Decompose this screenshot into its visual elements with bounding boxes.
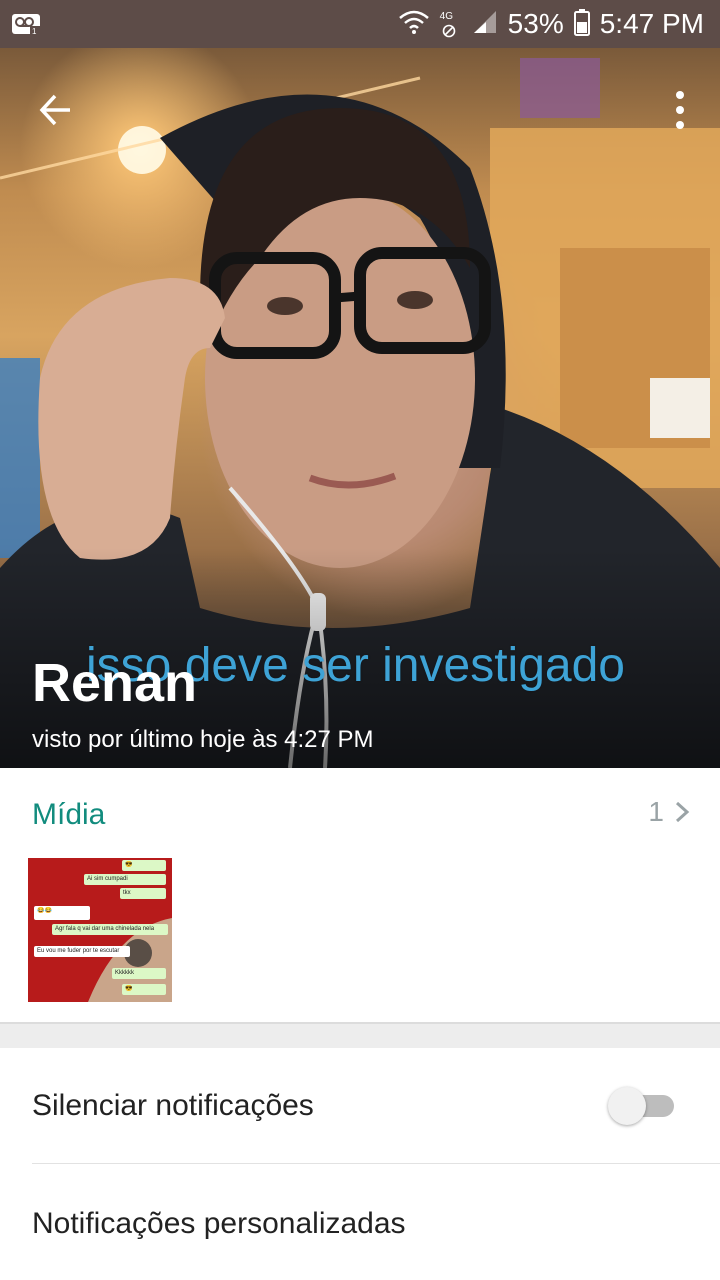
battery-icon	[573, 8, 590, 41]
back-arrow-icon	[39, 94, 70, 126]
toggle-thumb	[608, 1087, 646, 1125]
back-button[interactable]	[30, 84, 82, 136]
thumbnail-message: Eu vou me fuder por te escutar	[34, 946, 130, 957]
wifi-icon	[398, 9, 430, 40]
contact-name: Renan	[32, 653, 198, 713]
voicemail-icon: 1	[12, 12, 42, 36]
thumbnail-message: Kkkkkk	[112, 968, 166, 979]
custom-notifications-row[interactable]: Notificações personalizadas	[0, 1166, 720, 1280]
clock: 5:47 PM	[599, 8, 704, 39]
status-icons: 4G 53% 5:47 PM	[398, 0, 704, 48]
network-type-label: 4G	[439, 11, 454, 22]
thumbnail-message: 😂😂	[34, 906, 90, 920]
media-title: Mídia	[32, 798, 106, 831]
media-thumbnail[interactable]: 😎 Ai sim cumpadi tkx 😂😂 Agr fala q vai d…	[28, 858, 172, 1002]
thumbnail-emoji-bubble: 😎	[122, 984, 166, 995]
thumbnail-message: Agr fala q vai dar uma chinelada nela	[52, 924, 168, 935]
more-vert-icon-dot	[676, 121, 684, 129]
custom-notifications-label: Notificações personalizadas	[32, 1207, 406, 1240]
media-count-link[interactable]: 1	[648, 796, 690, 828]
row-divider	[32, 1163, 720, 1164]
no-data-icon: 4G	[440, 9, 462, 39]
mute-notifications-label: Silenciar notificações	[32, 1089, 314, 1122]
thumbnail-message: tkx	[120, 888, 166, 899]
last-seen-status: visto por último hoje às 4:27 PM	[32, 726, 374, 753]
battery-percent: 53%	[507, 8, 564, 39]
media-count: 1	[648, 796, 664, 827]
mute-notifications-toggle[interactable]	[608, 1087, 674, 1125]
section-divider	[0, 1024, 720, 1048]
overflow-menu-button[interactable]	[664, 84, 696, 136]
more-vert-icon-dot	[676, 106, 684, 114]
svg-text:1: 1	[32, 27, 37, 36]
contact-info-screen: 1 4G 53% 5:47 PM isso deve ser investiga…	[0, 0, 720, 1280]
profile-photo[interactable]: isso deve ser investigado Renan visto po…	[0, 48, 720, 768]
chevron-right-icon	[675, 801, 690, 823]
thumbnail-message: Ai sim cumpadi	[84, 874, 166, 885]
thumbnail-emoji-bubble: 😎	[122, 860, 166, 871]
signal-icon	[472, 9, 498, 40]
status-bar: 1 4G 53% 5:47 PM	[0, 0, 720, 48]
media-section: Mídia 1 😎 Ai sim cumpadi tkx 😂😂 Agr fala…	[0, 768, 720, 1024]
more-vert-icon-dot	[676, 91, 684, 99]
mute-notifications-row[interactable]: Silenciar notificações	[0, 1048, 720, 1164]
